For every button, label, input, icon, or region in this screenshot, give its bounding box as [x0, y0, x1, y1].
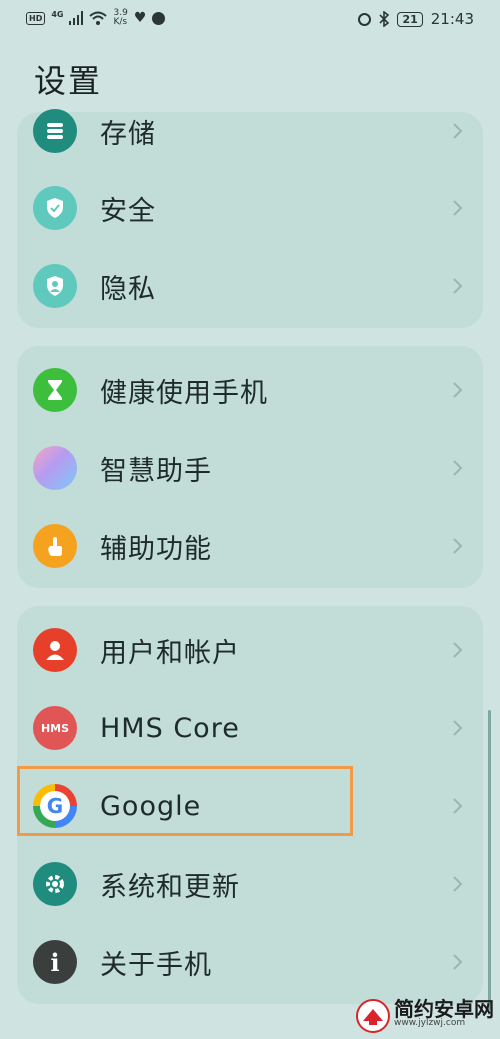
- settings-item-label: 智慧助手: [100, 455, 212, 487]
- info-icon: i: [33, 940, 77, 984]
- clock: 21:43: [430, 10, 474, 28]
- chevron-right-icon: [453, 460, 463, 476]
- watermark-title: 简约安卓网: [394, 997, 494, 1021]
- watermark-logo-icon: [356, 999, 390, 1033]
- settings-item-security[interactable]: 安全: [17, 169, 483, 247]
- chevron-right-icon: [453, 123, 463, 139]
- settings-item-system-update[interactable]: 系统和更新: [17, 845, 483, 923]
- watermark: 简约安卓网 www.jylzwj.com: [356, 999, 494, 1033]
- settings-item-users-accounts[interactable]: 用户和帐户: [17, 611, 483, 689]
- signal-icon: [69, 11, 84, 25]
- network-type: 4G: [51, 9, 64, 19]
- speed-unit: K/s: [113, 17, 128, 27]
- chevron-right-icon: [453, 954, 463, 970]
- hourglass-icon: [33, 368, 77, 412]
- settings-item-label: HMS Core: [100, 712, 240, 744]
- chevron-right-icon: [453, 720, 463, 736]
- alarm-icon: [358, 12, 372, 26]
- assistant-icon: [33, 446, 77, 490]
- battery-icon: 21: [397, 11, 423, 27]
- chevron-right-icon: [453, 382, 463, 398]
- scrollbar[interactable]: [488, 710, 491, 1010]
- settings-item-privacy[interactable]: 隐私: [17, 247, 483, 325]
- bluetooth-icon: [379, 11, 390, 27]
- settings-item-label: 系统和更新: [100, 871, 240, 903]
- settings-item-label: 用户和帐户: [100, 637, 240, 669]
- settings-item-label: 安全: [100, 195, 156, 227]
- settings-item-digital-balance[interactable]: 健康使用手机: [17, 351, 483, 429]
- hand-icon: [33, 524, 77, 568]
- privacy-icon: [33, 264, 77, 308]
- shield-icon: [33, 186, 77, 230]
- system-update-icon: [33, 862, 77, 906]
- settings-item-hms-core[interactable]: HMS HMS Core: [17, 689, 483, 767]
- storage-icon: [33, 109, 77, 153]
- chevron-right-icon: [453, 876, 463, 892]
- health-icon: [152, 11, 166, 25]
- chevron-right-icon: [453, 278, 463, 294]
- hms-icon: HMS: [33, 706, 77, 750]
- watermark-url: www.jylzwj.com: [394, 1018, 466, 1028]
- hd-indicator: HD: [26, 11, 46, 25]
- settings-item-label: 存储: [100, 118, 156, 150]
- status-bar: HD 4G 3.9 K/s ♥ 21 21:43: [0, 0, 500, 38]
- settings-item-accessibility[interactable]: 辅助功能: [17, 507, 483, 585]
- heart-icon: ♥: [133, 10, 147, 26]
- settings-item-label: 健康使用手机: [100, 377, 268, 409]
- chevron-right-icon: [453, 798, 463, 814]
- chevron-right-icon: [453, 642, 463, 658]
- settings-item-label: 隐私: [100, 273, 156, 305]
- settings-item-label: 辅助功能: [100, 533, 212, 565]
- settings-item-storage[interactable]: 存储: [17, 92, 483, 170]
- highlight-box: [17, 766, 353, 836]
- info-icon-letter: i: [50, 947, 60, 977]
- chevron-right-icon: [453, 200, 463, 216]
- wifi-icon: [89, 11, 108, 25]
- settings-group-2: 健康使用手机 智慧助手 辅助功能: [17, 346, 483, 588]
- user-icon: [33, 628, 77, 672]
- chevron-right-icon: [453, 538, 463, 554]
- settings-item-about-phone[interactable]: i 关于手机: [17, 923, 483, 1001]
- hms-icon-text: HMS: [40, 721, 70, 735]
- settings-item-assistant[interactable]: 智慧助手: [17, 429, 483, 507]
- settings-item-label: 关于手机: [100, 949, 212, 981]
- settings-group-1: 存储 安全 隐私: [17, 109, 483, 328]
